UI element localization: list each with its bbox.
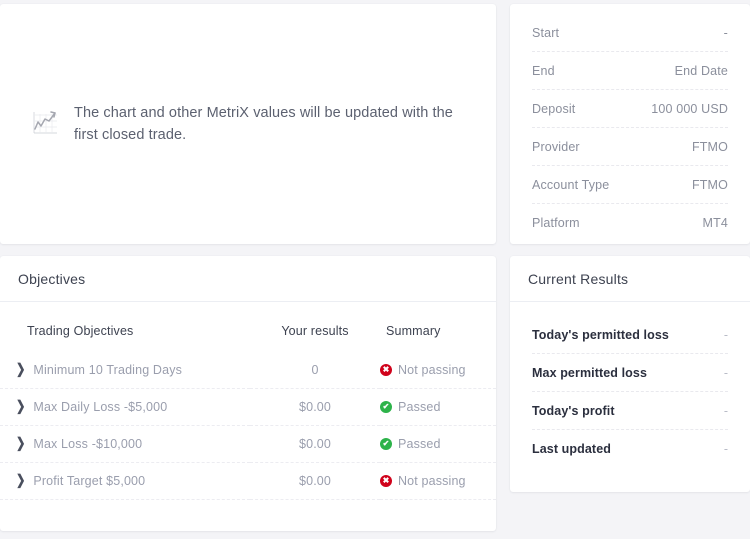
objective-name-cell[interactable]: ❯ Max Loss -$10,000: [0, 426, 250, 463]
table-row[interactable]: ❯ Max Daily Loss -$5,000 $0.00 ✔ Passed: [0, 389, 496, 426]
info-label: Start: [532, 26, 559, 40]
objective-result: $0.00: [250, 426, 380, 463]
account-info-row: End End Date: [532, 52, 728, 90]
objective-result: $0.00: [250, 389, 380, 426]
objective-summary-cell: ✖ Not passing: [380, 352, 496, 389]
objective-label: Minimum 10 Trading Days: [33, 363, 182, 377]
result-row: Today's profit -: [532, 392, 728, 430]
result-label: Max permitted loss: [532, 366, 647, 380]
result-label: Last updated: [532, 442, 611, 456]
objective-name-cell[interactable]: ❯ Minimum 10 Trading Days: [0, 352, 250, 389]
current-results-title: Current Results: [528, 271, 628, 287]
column-header-summary: Summary: [380, 302, 496, 352]
objective-label: Max Daily Loss -$5,000: [33, 400, 167, 414]
table-header-row: Trading Objectives Your results Summary: [0, 302, 496, 352]
info-value: 100 000 USD: [651, 102, 728, 116]
line-chart-icon: [30, 108, 60, 138]
status-pass-icon: ✔: [380, 438, 392, 450]
account-info-row: Account Type FTMO: [532, 166, 728, 204]
status-badge: ✔ Passed: [380, 400, 480, 414]
status-label: Not passing: [398, 474, 466, 488]
status-label: Passed: [398, 400, 441, 414]
chart-empty-message: The chart and other MetriX values will b…: [74, 102, 454, 146]
result-value: -: [724, 404, 728, 418]
chevron-right-icon[interactable]: ❯: [16, 363, 25, 377]
status-fail-icon: ✖: [380, 364, 392, 376]
table-row[interactable]: ❯ Minimum 10 Trading Days 0 ✖ Not passin…: [0, 352, 496, 389]
account-info-row: Deposit 100 000 USD: [532, 90, 728, 128]
chevron-right-icon[interactable]: ❯: [16, 474, 25, 488]
status-label: Not passing: [398, 363, 466, 377]
dashboard-page: The chart and other MetriX values will b…: [0, 0, 750, 539]
objective-summary-cell: ✔ Passed: [380, 389, 496, 426]
current-results-list: Today's permitted loss - Max permitted l…: [510, 302, 750, 467]
table-row[interactable]: ❯ Profit Target $5,000 $0.00 ✖ Not passi…: [0, 463, 496, 500]
info-value: -: [724, 26, 728, 40]
info-label: Platform: [532, 216, 580, 230]
info-value: MT4: [703, 216, 728, 230]
result-value: -: [724, 442, 728, 456]
table-row[interactable]: ❯ Max Loss -$10,000 $0.00 ✔ Passed: [0, 426, 496, 463]
status-pass-icon: ✔: [380, 401, 392, 413]
chart-empty-state: The chart and other MetriX values will b…: [0, 4, 496, 244]
info-value: End Date: [675, 64, 728, 78]
status-badge: ✖ Not passing: [380, 363, 480, 377]
result-row: Today's permitted loss -: [532, 316, 728, 354]
chevron-right-icon[interactable]: ❯: [16, 437, 25, 451]
result-value: -: [724, 328, 728, 342]
column-header-results: Your results: [250, 302, 380, 352]
result-label: Today's permitted loss: [532, 328, 669, 342]
objectives-table: Trading Objectives Your results Summary …: [0, 302, 496, 500]
current-results-header: Current Results: [510, 256, 750, 302]
chevron-right-icon[interactable]: ❯: [16, 400, 25, 414]
objective-result: $0.00: [250, 463, 380, 500]
account-info-row: Platform MT4: [532, 204, 728, 241]
info-label: Account Type: [532, 178, 609, 192]
objective-name-cell[interactable]: ❯ Profit Target $5,000: [0, 463, 250, 500]
objectives-card: Objectives Trading Objectives Your resul…: [0, 256, 496, 531]
result-label: Today's profit: [532, 404, 615, 418]
objective-label: Profit Target $5,000: [33, 474, 145, 488]
status-badge: ✖ Not passing: [380, 474, 480, 488]
objective-label: Max Loss -$10,000: [33, 437, 142, 451]
info-value: FTMO: [692, 178, 728, 192]
account-info-list: Start - End End Date Deposit 100 000 USD…: [510, 4, 750, 241]
result-value: -: [724, 366, 728, 380]
info-label: Deposit: [532, 102, 575, 116]
info-label: Provider: [532, 140, 580, 154]
chart-card: The chart and other MetriX values will b…: [0, 4, 496, 244]
result-row: Max permitted loss -: [532, 354, 728, 392]
status-fail-icon: ✖: [380, 475, 392, 487]
column-header-objectives: Trading Objectives: [0, 302, 250, 352]
objective-name-cell[interactable]: ❯ Max Daily Loss -$5,000: [0, 389, 250, 426]
status-label: Passed: [398, 437, 441, 451]
current-results-card: Current Results Today's permitted loss -…: [510, 256, 750, 492]
account-info-row: Start -: [532, 14, 728, 52]
account-info-card: Start - End End Date Deposit 100 000 USD…: [510, 4, 750, 244]
account-info-row: Provider FTMO: [532, 128, 728, 166]
objective-summary-cell: ✔ Passed: [380, 426, 496, 463]
objectives-title: Objectives: [18, 271, 85, 287]
info-value: FTMO: [692, 140, 728, 154]
objectives-header: Objectives: [0, 256, 496, 302]
objective-result: 0: [250, 352, 380, 389]
status-badge: ✔ Passed: [380, 437, 480, 451]
result-row: Last updated -: [532, 430, 728, 467]
objective-summary-cell: ✖ Not passing: [380, 463, 496, 500]
info-label: End: [532, 64, 555, 78]
